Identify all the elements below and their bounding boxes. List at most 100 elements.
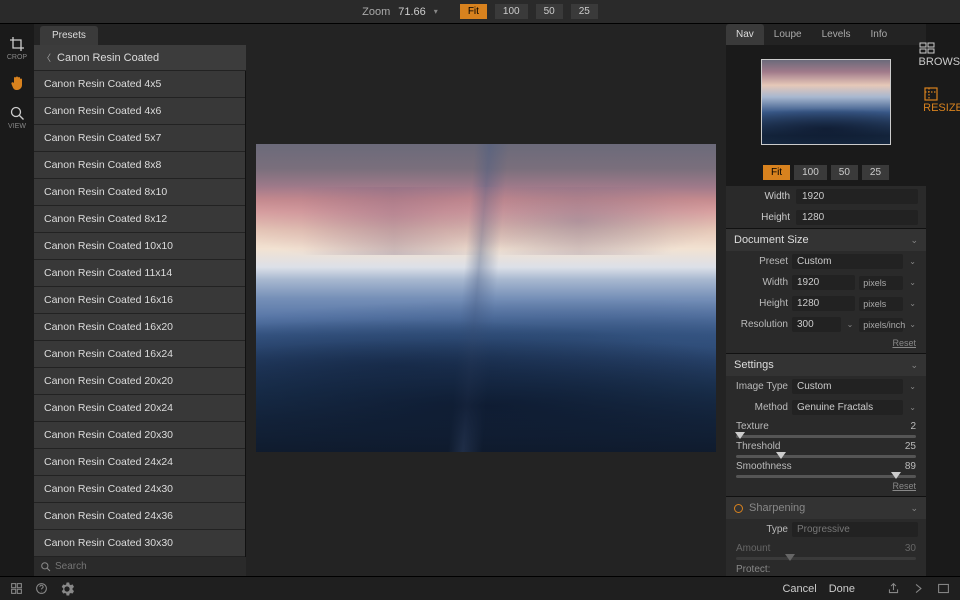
search-icon (40, 561, 51, 572)
nav-fit-button[interactable]: Fit (763, 165, 790, 180)
preset-item[interactable]: Canon Resin Coated 16x16 (34, 287, 245, 314)
crop-icon (9, 36, 25, 52)
document-size-section: Document Size ⌄ Preset Custom ⌄ Width 19… (726, 228, 926, 353)
presets-search-input[interactable] (55, 561, 240, 572)
preset-item[interactable]: Canon Resin Coated 16x20 (34, 314, 245, 341)
document-size-header[interactable]: Document Size ⌄ (726, 229, 926, 251)
nav-fit-row: Fit 100 50 25 (726, 159, 926, 186)
preset-item[interactable]: Canon Resin Coated 4x5 (34, 71, 245, 98)
preset-item[interactable]: Canon Resin Coated 20x24 (34, 395, 245, 422)
next-icon[interactable] (912, 582, 925, 595)
pixel-width-row: Width 1920 (726, 186, 926, 207)
browse-tool[interactable]: BROWSE (919, 40, 960, 68)
chevron-down-icon[interactable]: ⌄ (907, 299, 918, 308)
nav-50-button[interactable]: 50 (831, 165, 858, 180)
chevron-down-icon[interactable]: ⌄ (907, 382, 918, 391)
preset-item[interactable]: Canon Resin Coated 4x6 (34, 98, 245, 125)
view-tool[interactable]: VIEW (8, 105, 26, 130)
pan-tool[interactable] (9, 75, 25, 91)
zoom-value[interactable]: 71.66 (398, 6, 426, 18)
window-icon[interactable] (937, 582, 950, 595)
height-value[interactable]: 1280 (796, 210, 918, 225)
preset-item[interactable]: Canon Resin Coated 16x24 (34, 341, 245, 368)
presets-panel: Presets 〈 Canon Resin Coated Canon Resin… (34, 24, 246, 576)
preset-item[interactable]: Canon Resin Coated 8x12 (34, 206, 245, 233)
zoom-100-button[interactable]: 100 (495, 4, 528, 19)
chevron-down-icon[interactable]: ⌄ (907, 403, 918, 412)
share-icon[interactable] (887, 582, 900, 595)
doc-height-input[interactable]: 1280 (792, 296, 855, 311)
doc-preset-row: Preset Custom ⌄ (726, 251, 926, 272)
nav-tab-levels[interactable]: Levels (812, 24, 861, 45)
chevron-down-icon[interactable]: ⌄ (907, 257, 918, 266)
presets-tab[interactable]: Presets (40, 26, 98, 45)
done-button[interactable]: Done (829, 583, 855, 595)
slider-thumb-icon[interactable] (776, 452, 786, 459)
nav-preview[interactable] (761, 59, 891, 145)
left-tool-rail: CROP VIEW (0, 24, 34, 576)
nav-preview-wrap (726, 45, 926, 159)
chevron-down-icon[interactable]: ⌄ (907, 278, 918, 287)
sharpening-header[interactable]: Sharpening ⌄ (726, 497, 926, 519)
nav-tab-loupe[interactable]: Loupe (764, 24, 812, 45)
method-select[interactable]: Genuine Fractals (792, 400, 903, 415)
doc-width-input[interactable]: 1920 (792, 275, 855, 290)
zoom-25-button[interactable]: 25 (571, 4, 598, 19)
nav-tab-nav[interactable]: Nav (726, 24, 764, 45)
preset-item[interactable]: Canon Resin Coated 24x36 (34, 503, 245, 530)
resize-tool[interactable]: RESIZE (923, 86, 960, 114)
preset-item[interactable]: Canon Resin Coated 8x10 (34, 179, 245, 206)
preset-item[interactable]: Canon Resin Coated 24x30 (34, 476, 245, 503)
cancel-button[interactable]: Cancel (782, 583, 816, 595)
presets-category-header[interactable]: 〈 Canon Resin Coated (34, 45, 246, 71)
doc-height-unit[interactable]: pixels (859, 297, 903, 311)
sharpening-section: Sharpening ⌄ Type Progressive Amount30 P… (726, 496, 926, 576)
amount-slider[interactable]: Amount30 (726, 540, 926, 560)
threshold-slider[interactable]: Threshold25 (726, 438, 926, 458)
pixel-height-row: Height 1280 (726, 207, 926, 228)
settings-header[interactable]: Settings ⌄ (726, 354, 926, 376)
slider-thumb-icon[interactable] (891, 472, 901, 479)
zoom-bar: Zoom 71.66 ▾ Fit 100 50 25 (0, 0, 960, 24)
right-tool-rail: BROWSE RESIZE (926, 24, 960, 576)
nav-25-button[interactable]: 25 (862, 165, 889, 180)
gear-icon[interactable] (60, 582, 74, 596)
presets-list[interactable]: Canon Resin Coated 4x5Canon Resin Coated… (34, 71, 246, 557)
method-row: Method Genuine Fractals ⌄ (726, 397, 926, 418)
chevron-down-icon[interactable]: ⌄ (845, 320, 856, 329)
crop-tool[interactable]: CROP (7, 36, 27, 61)
preset-item[interactable]: Canon Resin Coated 10x10 (34, 233, 245, 260)
doc-resolution-unit[interactable]: pixels/inch (859, 318, 903, 332)
preset-item[interactable]: Canon Resin Coated 5x7 (34, 125, 245, 152)
doc-resolution-input[interactable]: 300 (792, 317, 841, 332)
zoom-50-button[interactable]: 50 (536, 4, 563, 19)
zoom-fit-button[interactable]: Fit (460, 4, 487, 19)
preset-item[interactable]: Canon Resin Coated 20x30 (34, 422, 245, 449)
right-panels: Nav Loupe Levels Info Fit 100 50 25 Widt… (726, 24, 926, 576)
preset-item[interactable]: Canon Resin Coated 20x20 (34, 368, 245, 395)
preset-item[interactable]: Canon Resin Coated 24x24 (34, 449, 245, 476)
slider-thumb-icon[interactable] (735, 432, 745, 439)
nav-100-button[interactable]: 100 (794, 165, 827, 180)
image-type-select[interactable]: Custom (792, 379, 903, 394)
canvas[interactable] (246, 24, 726, 576)
preset-item[interactable]: Canon Resin Coated 8x8 (34, 152, 245, 179)
preset-item[interactable]: Canon Resin Coated 30x30 (34, 530, 245, 557)
toggle-dot-icon[interactable] (734, 504, 743, 513)
grid-icon[interactable] (10, 582, 23, 595)
sharpening-type-select[interactable]: Progressive (792, 522, 918, 537)
doc-width-unit[interactable]: pixels (859, 276, 903, 290)
settings-reset-link[interactable]: Reset (892, 481, 916, 491)
slider-thumb-icon[interactable] (785, 554, 795, 561)
preset-item[interactable]: Canon Resin Coated 11x14 (34, 260, 245, 287)
zoom-label: Zoom (362, 6, 390, 18)
help-icon[interactable] (35, 582, 48, 595)
width-value[interactable]: 1920 (796, 189, 918, 204)
doc-reset-link[interactable]: Reset (892, 338, 916, 348)
chevron-down-icon[interactable]: ▾ (434, 7, 438, 16)
smoothness-slider[interactable]: Smoothness89 (726, 458, 926, 478)
doc-preset-select[interactable]: Custom (792, 254, 903, 269)
texture-slider[interactable]: Texture2 (726, 418, 926, 438)
chevron-down-icon[interactable]: ⌄ (907, 320, 918, 329)
nav-tab-info[interactable]: Info (861, 24, 898, 45)
